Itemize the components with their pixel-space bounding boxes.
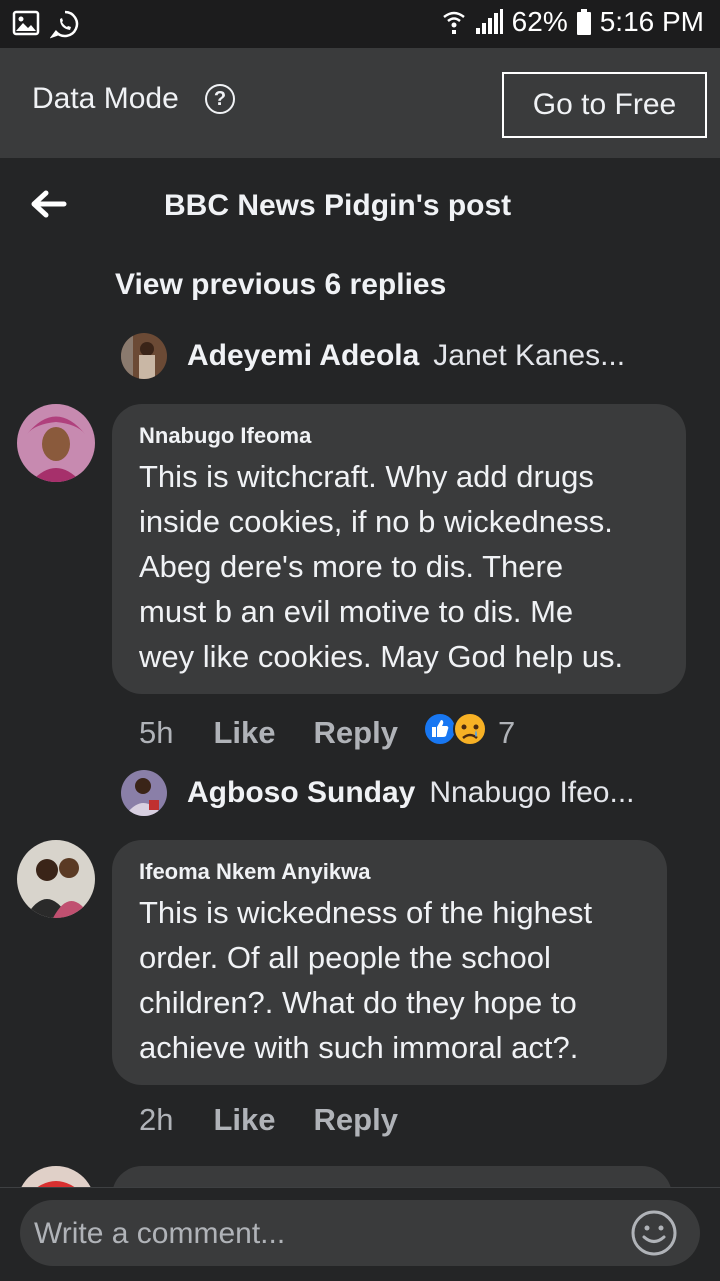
- signal-icon: [474, 8, 504, 36]
- reply-button[interactable]: Reply: [314, 1102, 398, 1138]
- reply-button[interactable]: Reply: [314, 715, 398, 751]
- comment-author[interactable]: Nnabugo Ifeoma: [139, 422, 660, 450]
- reply-preview-row[interactable]: Adeyemi Adeola Janet Kanes...: [121, 333, 625, 379]
- avatar: [121, 770, 167, 816]
- comment-actions: 5h Like Reply 7: [139, 711, 515, 755]
- gallery-icon: [12, 9, 40, 39]
- view-previous-replies-link[interactable]: View previous 6 replies: [115, 268, 446, 302]
- page-title: BBC News Pidgin's post: [164, 189, 512, 222]
- reply-preview-text: Janet Kanes...: [433, 339, 626, 372]
- sad-reaction-icon: [452, 711, 488, 755]
- wifi-icon: [442, 8, 466, 36]
- reaction-count: 7: [497, 715, 516, 750]
- avatar[interactable]: [17, 840, 95, 918]
- battery-percent: 62%: [511, 6, 568, 37]
- back-arrow-icon[interactable]: [26, 182, 70, 226]
- comment-text: This is witchcraft. Why add drugs inside…: [139, 459, 624, 674]
- battery-icon: [576, 8, 592, 36]
- comment-bubble[interactable]: Nnabugo Ifeoma This is witchcraft. Why a…: [112, 404, 686, 694]
- go-to-free-button[interactable]: Go to Free: [502, 72, 707, 138]
- status-bar: 62% 5:16 PM: [0, 0, 720, 48]
- comment-actions: 2h Like Reply: [139, 1102, 436, 1138]
- avatar: [121, 333, 167, 379]
- data-mode-label: Data Mode: [32, 82, 179, 115]
- emoji-icon[interactable]: [630, 1209, 678, 1257]
- whatsapp-icon: [50, 9, 80, 39]
- reply-author-name[interactable]: Adeyemi Adeola: [187, 339, 419, 373]
- clock: 5:16 PM: [599, 6, 704, 37]
- comment-time: 2h: [139, 1102, 174, 1137]
- help-icon[interactable]: ?: [205, 84, 235, 114]
- post-header: BBC News Pidgin's post: [0, 158, 720, 250]
- comment-input[interactable]: Write a comment...: [20, 1200, 700, 1266]
- reply-preview-row[interactable]: Agboso Sunday Nnabugo Ifeo...: [121, 770, 635, 816]
- comment-author[interactable]: Ifeoma Nkem Anyikwa: [139, 858, 641, 886]
- like-button[interactable]: Like: [213, 1102, 275, 1138]
- reply-preview-text: Nnabugo Ifeo...: [429, 776, 635, 809]
- comment-time: 5h: [139, 715, 174, 750]
- comment-input-placeholder: Write a comment...: [34, 1217, 286, 1250]
- avatar[interactable]: [17, 404, 95, 482]
- like-button[interactable]: Like: [213, 715, 275, 751]
- comment-text: This is wickedness of the highest order.…: [139, 895, 593, 1065]
- reply-author-name[interactable]: Agboso Sunday: [187, 776, 415, 810]
- comment-bubble[interactable]: Ifeoma Nkem Anyikwa This is wickedness o…: [112, 840, 667, 1085]
- reactions-summary[interactable]: 7: [422, 711, 515, 755]
